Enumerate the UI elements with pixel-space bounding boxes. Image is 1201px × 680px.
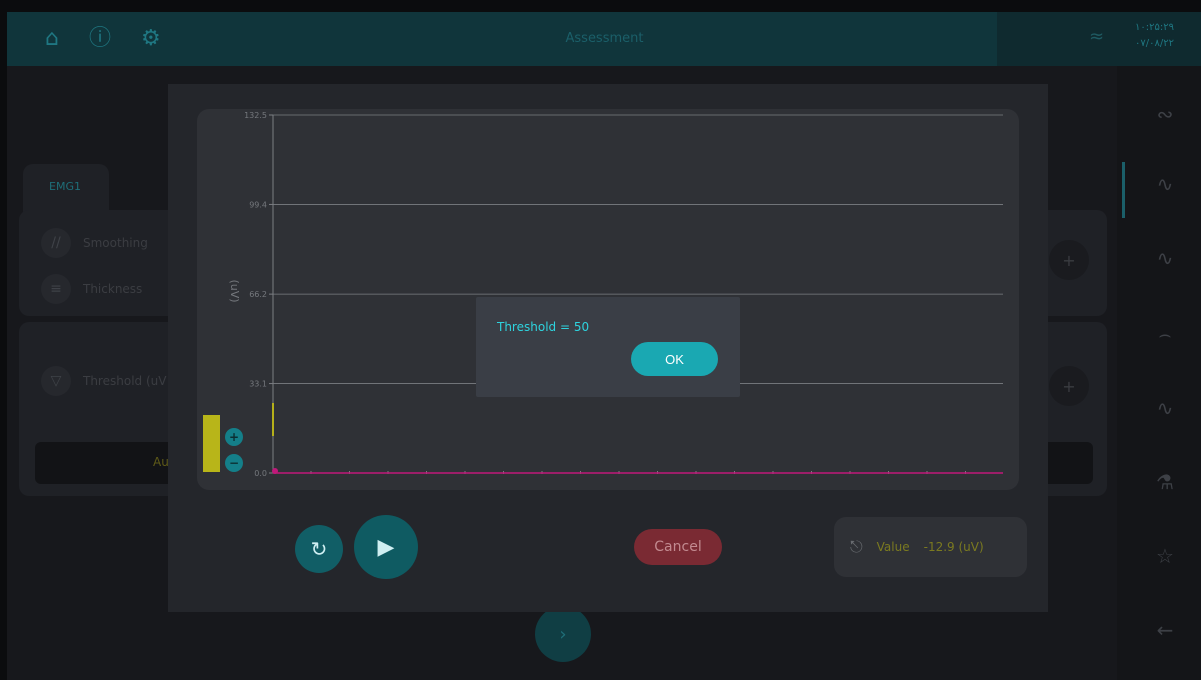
signal-level-bar [203, 415, 220, 472]
sidebar-active-indicator [1122, 162, 1125, 218]
wave-smooth-icon[interactable]: ⌢ [1145, 322, 1185, 346]
threshold-marker [272, 403, 274, 436]
star-list-icon[interactable]: ☆ [1145, 544, 1185, 568]
back-arrow-icon[interactable]: ← [1145, 618, 1185, 642]
thickness-icon: ≡ [41, 274, 71, 304]
thickness-label: Thickness [83, 282, 143, 296]
smoothing-row: // Smoothing [41, 228, 148, 258]
y-axis-label: (uV) [228, 279, 241, 302]
value-chart-icon: ⎋ [850, 537, 863, 556]
ok-button[interactable]: OK [631, 342, 718, 376]
y-tick-label: 33.1 [249, 380, 267, 389]
value-readout: ⎋ Value -12.9 (uV) [834, 517, 1027, 577]
wave-sine-icon[interactable]: ∿ [1145, 396, 1185, 420]
zoom-out-button[interactable]: − [225, 454, 243, 472]
car-icon[interactable]: ⚗ [1145, 470, 1185, 494]
right-sidebar: ∾ ∿ ∿ ⌢ ∿ ⚗ ☆ ← [1117, 66, 1201, 680]
help-icon[interactable]: ⓘ [89, 28, 111, 50]
clock: ۱۰:۲۵:۲۹ ۰۷/۰۸/۲۲ [1135, 20, 1174, 52]
play-button[interactable]: ▶ [354, 515, 418, 579]
top-nav: ⌂ ⓘ ⚙ [7, 12, 212, 66]
threshold-label: Threshold (uV [83, 374, 167, 388]
threshold-icon: ▽ [41, 366, 71, 396]
emg-view-icon[interactable]: ∿ [1145, 172, 1185, 196]
value-label: Value [876, 540, 910, 554]
smoothing-label: Smoothing [83, 236, 148, 250]
page-title: Assessment [212, 12, 997, 66]
tab-emg1[interactable]: EMG1 [23, 164, 109, 212]
cancel-button[interactable]: Cancel [634, 529, 722, 565]
clock-date: ۰۷/۰۸/۲۲ [1135, 38, 1174, 49]
zoom-in-button[interactable]: + [225, 428, 243, 446]
y-tick-label: 66.2 [249, 290, 267, 299]
series-start-point [272, 468, 278, 474]
emg-signal-icon[interactable]: ∾ [1145, 102, 1185, 126]
threshold-alert: Threshold = 50 OK [476, 297, 740, 397]
threshold-plus-button[interactable]: + [1049, 366, 1089, 406]
smoothing-plus-button[interactable]: + [1049, 240, 1089, 280]
wifi-off-icon: ≈ [1089, 26, 1105, 47]
threshold-row: ▽ Threshold (uV [41, 366, 166, 396]
y-tick-label: 132.5 [244, 111, 267, 120]
settings-icon[interactable]: ⚙ [141, 28, 161, 50]
smoothing-icon: // [41, 228, 71, 258]
emg-burst-icon[interactable]: ∿ [1145, 246, 1185, 270]
clock-time: ۱۰:۲۵:۲۹ [1135, 22, 1174, 33]
next-button[interactable]: › [535, 606, 591, 662]
play-icon: ▶ [377, 534, 395, 560]
thickness-row: ≡ Thickness [41, 274, 142, 304]
y-tick-label: 99.4 [249, 200, 267, 209]
reset-button[interactable]: ↻ [295, 525, 343, 573]
y-tick-label: 0.0 [254, 469, 267, 478]
home-icon[interactable]: ⌂ [45, 28, 59, 50]
alert-message: Threshold = 50 [497, 320, 590, 334]
reset-icon: ↻ [310, 537, 328, 561]
top-bar: ⌂ ⓘ ⚙ Assessment ≈ ۱۰:۲۵:۲۹ ۰۷/۰۸/۲۲ [7, 12, 1201, 66]
value-text: -12.9 (uV) [923, 540, 984, 554]
